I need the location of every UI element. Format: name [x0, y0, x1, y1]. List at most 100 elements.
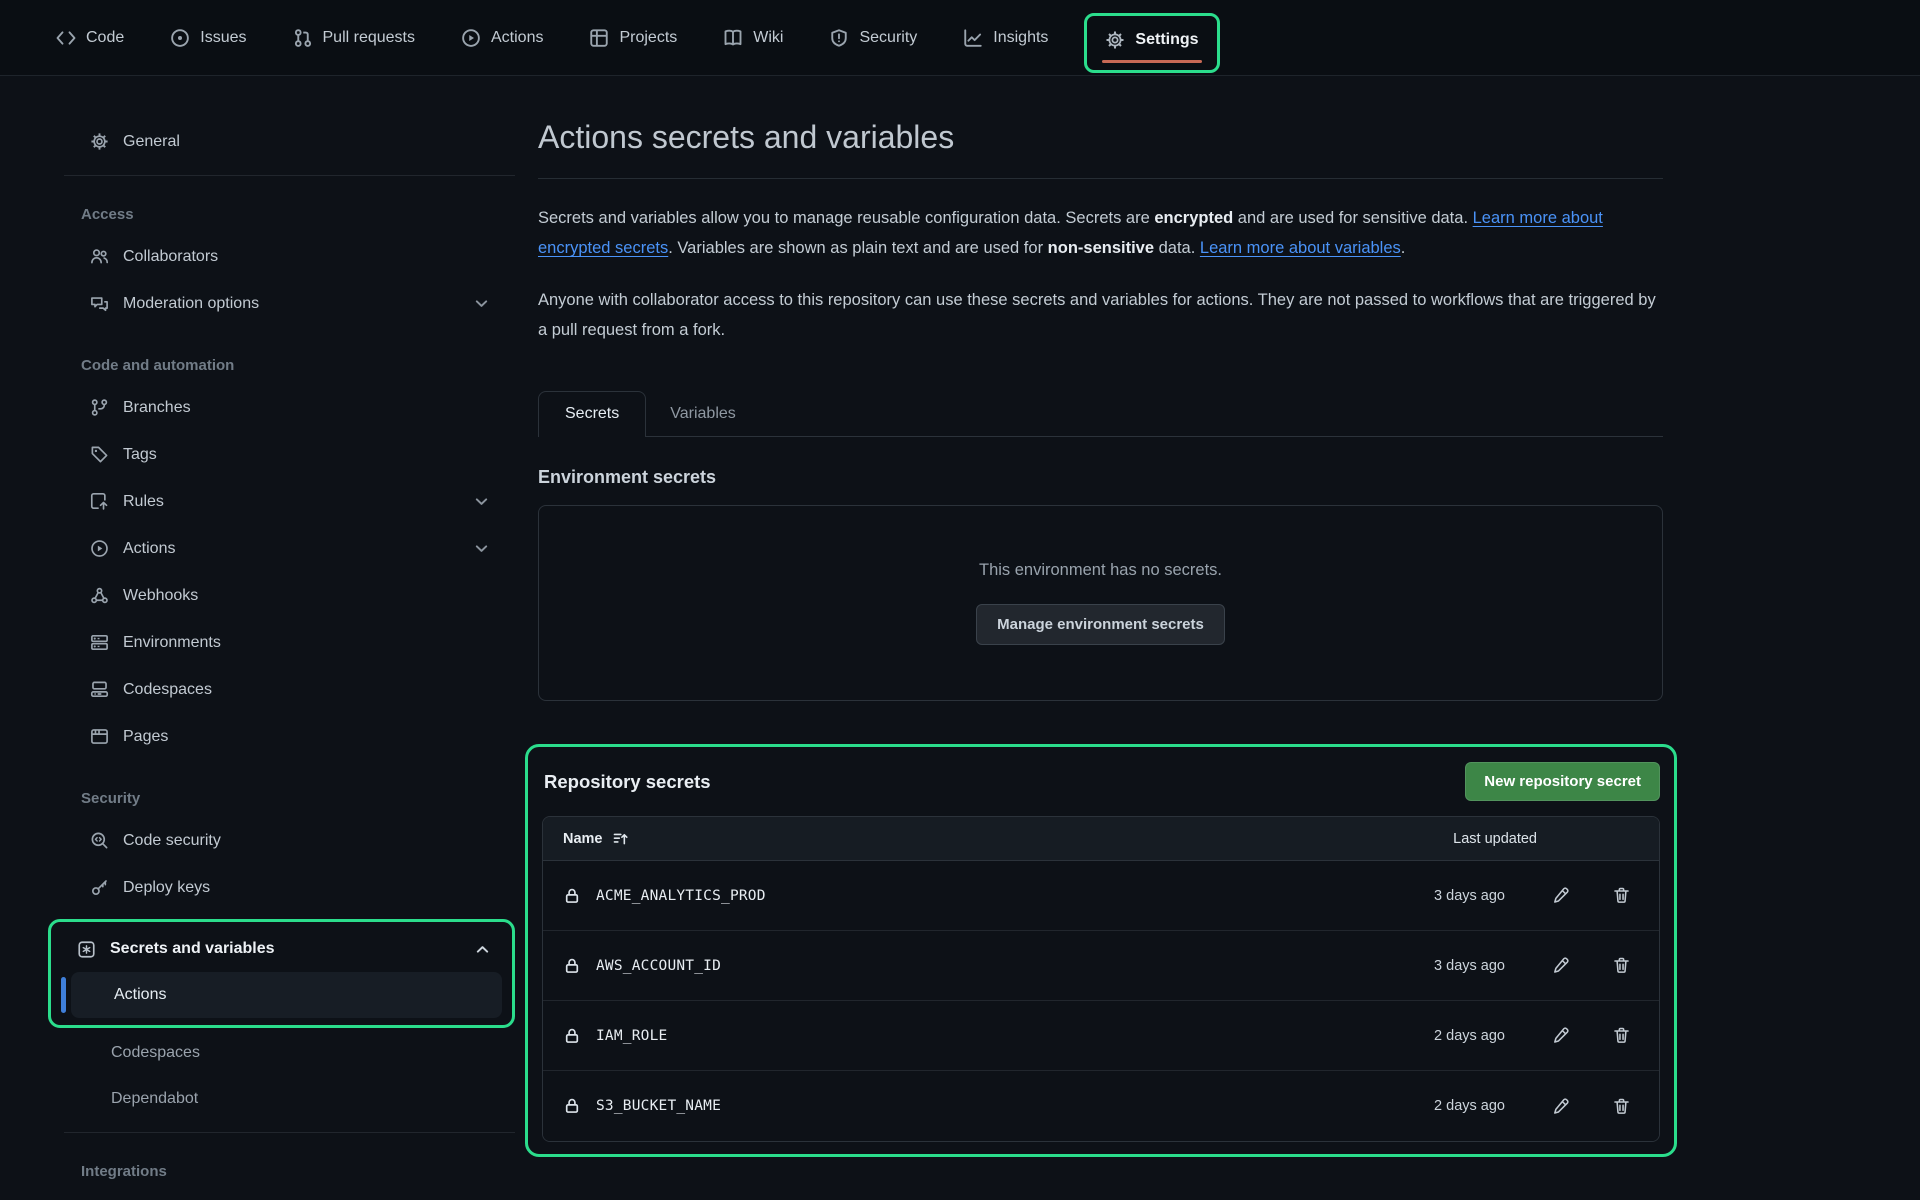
sidebar-item-label: Code security	[123, 832, 221, 850]
manage-environment-secrets-button[interactable]: Manage environment secrets	[976, 604, 1225, 645]
project-table-icon	[589, 28, 609, 48]
chevron-down-icon	[472, 294, 491, 313]
sidebar-subitem-sv-dependabot[interactable]: Dependabot	[64, 1076, 515, 1122]
sidebar-item-moderation-options[interactable]: Moderation options	[64, 280, 515, 327]
lock-icon	[563, 1027, 581, 1045]
nav-tab-insights[interactable]: Insights	[947, 18, 1064, 58]
intro-text: data.	[1154, 239, 1200, 257]
sidebar-item-label: Rules	[123, 493, 164, 511]
trash-icon	[1612, 956, 1631, 975]
lock-icon	[563, 957, 581, 975]
sidebar-item-webhooks[interactable]: Webhooks	[64, 572, 515, 619]
edit-secret-button[interactable]	[1547, 882, 1574, 909]
sidebar-item-tags[interactable]: Tags	[64, 431, 515, 478]
delete-secret-button[interactable]	[1608, 952, 1635, 979]
secret-row: IAM_ROLE 2 days ago	[543, 1001, 1659, 1071]
sidebar-item-label: Branches	[123, 399, 191, 417]
delete-secret-button[interactable]	[1608, 1093, 1635, 1120]
play-circle-icon	[461, 28, 481, 48]
secret-updated: 3 days ago	[1385, 958, 1505, 974]
tab-variables[interactable]: Variables	[646, 392, 760, 436]
edit-secret-button[interactable]	[1547, 1022, 1574, 1049]
chevron-down-icon	[472, 492, 491, 511]
name-column-header[interactable]: Name	[563, 830, 629, 847]
sidebar-subitem-sv-codespaces[interactable]: Codespaces	[64, 1030, 515, 1076]
intro-bold-non-sensitive: non-sensitive	[1048, 239, 1154, 257]
sidebar-item-label: Actions	[123, 540, 175, 558]
repository-secrets-heading: Repository secrets	[544, 771, 711, 793]
issue-opened-icon	[170, 28, 190, 48]
sidebar-item-collaborators[interactable]: Collaborators	[64, 233, 515, 280]
nav-tab-code[interactable]: Code	[40, 18, 140, 58]
sidebar-item-environments[interactable]: Environments	[64, 619, 515, 666]
sidebar-item-codespaces[interactable]: Codespaces	[64, 666, 515, 713]
link-variables[interactable]: Learn more about variables	[1200, 239, 1401, 257]
nav-tab-issues[interactable]: Issues	[154, 18, 262, 58]
asterisk-box-icon	[77, 940, 96, 959]
nav-tab-security[interactable]: Security	[813, 18, 933, 58]
tab-secrets[interactable]: Secrets	[538, 391, 646, 437]
page-title: Actions secrets and variables	[538, 116, 1663, 158]
active-item-indicator	[61, 977, 66, 1013]
intro-text: Secrets and variables allow you to manag…	[538, 209, 1154, 227]
code-scan-icon	[90, 831, 109, 850]
sidebar-item-label: Deploy keys	[123, 879, 210, 897]
new-repository-secret-button[interactable]: New repository secret	[1465, 762, 1660, 801]
secret-updated: 2 days ago	[1385, 1028, 1505, 1044]
secret-row: AWS_ACCOUNT_ID 3 days ago	[543, 931, 1659, 1001]
sidebar-item-label: Collaborators	[123, 248, 218, 266]
chevron-down-icon	[472, 539, 491, 558]
intro-paragraph-1: Secrets and variables allow you to manag…	[538, 203, 1663, 263]
edit-secret-button[interactable]	[1547, 952, 1574, 979]
code-icon	[56, 28, 76, 48]
secret-name: S3_BUCKET_NAME	[596, 1098, 721, 1114]
repo-nav: Code Issues Pull requests Actions Projec…	[0, 0, 1920, 76]
play-circle-icon	[90, 539, 109, 558]
pencil-icon	[1551, 1097, 1570, 1116]
sidebar-item-actions[interactable]: Actions	[64, 525, 515, 572]
delete-secret-button[interactable]	[1608, 1022, 1635, 1049]
people-icon	[90, 247, 109, 266]
sidebar-item-general[interactable]: General	[64, 118, 515, 165]
nav-tab-wiki[interactable]: Wiki	[707, 18, 799, 58]
settings-sidebar: General Access Collaborators Moderation …	[0, 76, 515, 1200]
sidebar-item-rules[interactable]: Rules	[64, 478, 515, 525]
secret-name: AWS_ACCOUNT_ID	[596, 958, 721, 974]
nav-tab-actions[interactable]: Actions	[445, 18, 559, 58]
sidebar-item-deploy-keys[interactable]: Deploy keys	[64, 864, 515, 911]
sidebar-section-integrations: Integrations	[64, 1133, 515, 1190]
lock-icon	[563, 1097, 581, 1115]
trash-icon	[1612, 1097, 1631, 1116]
name-header-label: Name	[563, 831, 603, 847]
nav-tab-projects[interactable]: Projects	[573, 18, 693, 58]
nav-tab-label: Issues	[200, 29, 246, 47]
sidebar-item-pages[interactable]: Pages	[64, 713, 515, 760]
nav-tab-pull-requests[interactable]: Pull requests	[277, 18, 432, 58]
sidebar-item-code-security[interactable]: Code security	[64, 817, 515, 864]
chevron-up-icon	[473, 940, 492, 959]
trash-icon	[1612, 1026, 1631, 1045]
repository-secrets-header: Repository secrets New repository secret	[542, 762, 1660, 801]
sidebar-subitem-sv-actions[interactable]: Actions	[71, 972, 502, 1018]
sidebar-item-branches[interactable]: Branches	[64, 384, 515, 431]
last-updated-column-header: Last updated	[1417, 831, 1537, 847]
codespaces-icon	[90, 680, 109, 699]
selected-tab-underline	[1102, 60, 1201, 63]
gear-icon	[1105, 30, 1125, 50]
intro-bold-encrypted: encrypted	[1154, 209, 1233, 227]
sidebar-item-label: Tags	[123, 446, 157, 464]
sidebar-item-label: Secrets and variables	[110, 940, 275, 958]
trash-icon	[1612, 886, 1631, 905]
nav-tab-label: Settings	[1135, 31, 1198, 49]
delete-secret-button[interactable]	[1608, 882, 1635, 909]
sidebar-item-label: Moderation options	[123, 295, 259, 313]
secret-row: S3_BUCKET_NAME 2 days ago	[543, 1071, 1659, 1141]
settings-content: Actions secrets and variables Secrets an…	[515, 76, 1920, 1200]
lock-icon	[563, 887, 581, 905]
git-branch-icon	[90, 398, 109, 417]
intro-paragraph-2: Anyone with collaborator access to this …	[538, 285, 1663, 345]
nav-tab-settings[interactable]: Settings	[1087, 16, 1216, 70]
edit-secret-button[interactable]	[1547, 1093, 1574, 1120]
sidebar-item-secrets-and-variables[interactable]: Secrets and variables	[67, 926, 506, 972]
nav-tab-label: Pull requests	[323, 29, 416, 47]
